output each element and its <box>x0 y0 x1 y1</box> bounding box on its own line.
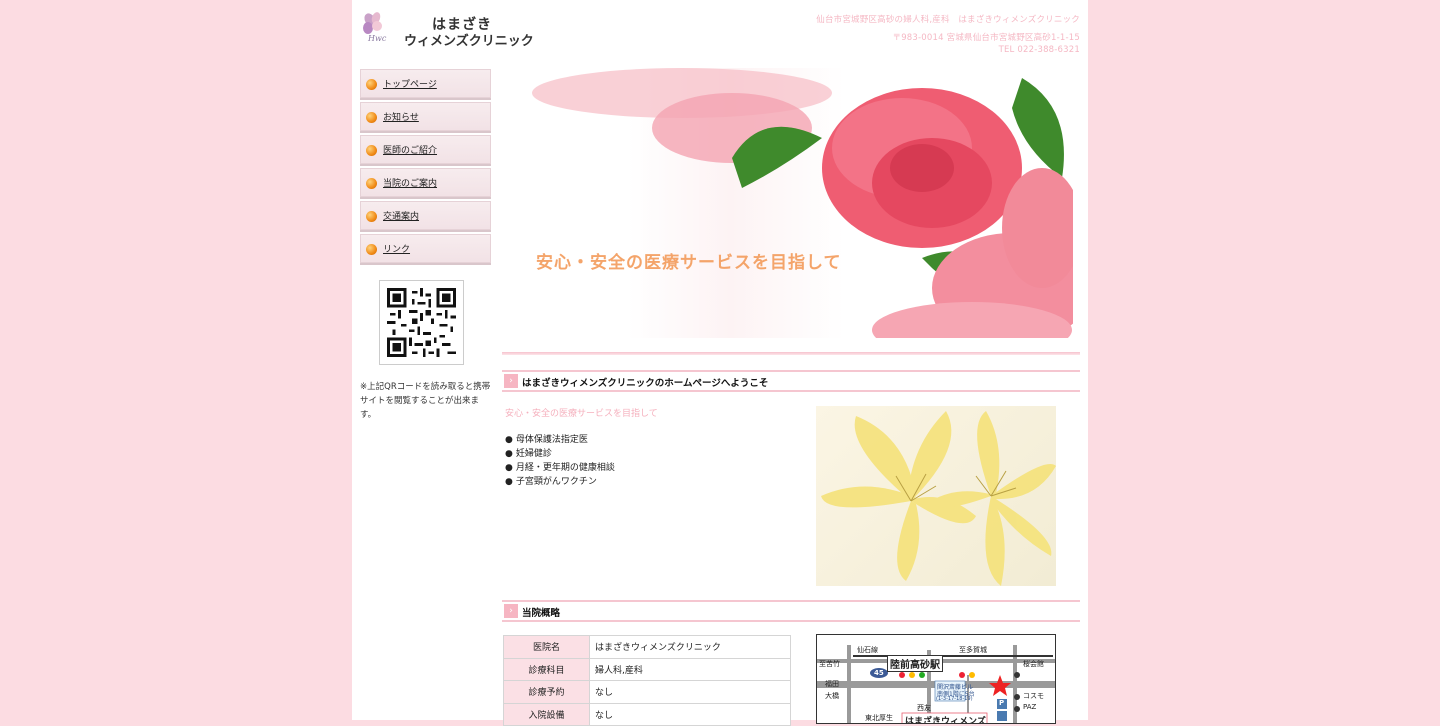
table-key: 入院設備 <box>503 702 590 726</box>
orange-dot-icon <box>366 145 377 156</box>
table-value: 婦人科,産科 <box>589 657 791 681</box>
nav-item-news[interactable]: お知らせ <box>360 102 491 131</box>
map-label: 大橋 <box>825 692 839 700</box>
rose-image <box>532 68 1073 338</box>
map-label: 東北厚生 <box>865 714 893 722</box>
bullet-icon: ● <box>505 435 513 445</box>
orange-dot-icon <box>366 112 377 123</box>
map-station: 陸前高砂駅 <box>887 655 943 672</box>
nav-item-clinic-info[interactable]: 当院のご案内 <box>360 168 491 197</box>
welcome-lead: 安心・安全の医療サービスを目指して <box>505 409 658 419</box>
access-map[interactable]: 仙石線 陸前高砂駅 至多賀城 至苦竹 桜会館 45 福田 大橋 関沢斎藤ビル 南… <box>816 634 1056 724</box>
nav-link-doctor[interactable]: 医師のご紹介 <box>383 143 437 156</box>
table-row: 医院名 はまざきウィメンズクリニック <box>503 635 791 659</box>
bullet-icon: ● <box>505 477 513 487</box>
overview-table: 医院名 はまざきウィメンズクリニック 診療科目 婦人科,産科 診療予約 なし 入… <box>503 635 791 726</box>
orange-dot-icon <box>366 178 377 189</box>
orange-dot-icon <box>366 211 377 222</box>
list-item: ● 母体保護法指定医 <box>505 435 588 445</box>
table-row: 診療予約 なし <box>503 680 791 704</box>
bullet-icon: ● <box>505 463 513 473</box>
header-address: 〒983-0014 宮城県仙台市宮城野区高砂1-1-15 <box>892 33 1080 43</box>
nav-item-access[interactable]: 交通案内 <box>360 201 491 230</box>
table-row: 診療科目 婦人科,産科 <box>503 657 791 681</box>
lily-image <box>816 406 1056 586</box>
divider <box>502 352 1080 355</box>
hero-banner: 安心・安全の医療サービスを目指して <box>502 68 1073 338</box>
list-item: ● 妊婦健診 <box>505 449 552 459</box>
welcome-section-header: › はまざきウィメンズクリニックのホームページへようこそ <box>502 370 1080 392</box>
map-label: 仙石線 <box>857 646 878 654</box>
nav-link-clinic-info[interactable]: 当院のご案内 <box>383 176 437 189</box>
logo-line2: ウィメンズクリニック <box>404 34 534 49</box>
nav-item-links[interactable]: リンク <box>360 234 491 263</box>
nav-link-news[interactable]: お知らせ <box>383 110 419 123</box>
page: はまざき ウィメンズクリニック Hwc 仙台市宮城野区高砂の婦人科,産科 はまざ… <box>352 0 1088 726</box>
table-value: なし <box>589 702 791 726</box>
map-label: 桜会館 <box>1023 660 1044 668</box>
nav-link-links[interactable]: リンク <box>383 242 410 255</box>
welcome-title: はまざきウィメンズクリニックのホームページへようこそ <box>522 378 769 389</box>
overview-section-header: › 当院概略 <box>502 600 1080 622</box>
services-list: ● 母体保護法指定医 ● 妊婦健診 ● 月経・更年期の健康相談 ● 子宮頸がんワクチン <box>505 433 615 489</box>
logo-script: Hwc <box>368 34 387 43</box>
qr-code-icon <box>379 280 464 365</box>
star-marker-icon <box>989 675 1011 696</box>
nav-item-top[interactable]: トップページ <box>360 69 491 98</box>
hero-caption: 安心・安全の医療サービスを目指して <box>536 253 842 273</box>
bullet-icon: ● <box>505 449 513 459</box>
map-clinic-label: はまざきウィメンズ <box>905 717 986 724</box>
list-item: ● 月経・更年期の健康相談 <box>505 463 615 473</box>
table-key: 診療予約 <box>503 680 590 704</box>
map-label: 福田 <box>825 680 839 688</box>
nav-link-access[interactable]: 交通案内 <box>383 209 419 222</box>
table-key: 診療科目 <box>503 657 590 681</box>
qr-note: ※上記QRコードを読み取ると携帯サイトを閲覧することが出来ます。 <box>360 382 491 420</box>
map-route: 45 <box>874 669 884 677</box>
nav-item-doctor[interactable]: 医師のご紹介 <box>360 135 491 164</box>
header-tagline: 仙台市宮城野区高砂の婦人科,産科 はまざきウィメンズクリニック <box>816 15 1080 25</box>
nav-link-top[interactable]: トップページ <box>383 77 437 90</box>
map-label: (1-3-17-18-19) <box>936 696 973 702</box>
map-label: 至苦竹 <box>819 660 840 668</box>
header-tel: TEL 022-388-6321 <box>998 45 1080 55</box>
map-label: 西友 <box>917 704 931 712</box>
map-label: PAZ <box>1023 703 1037 711</box>
section-arrow-icon: › <box>504 374 518 388</box>
map-label: コスモ <box>1023 692 1044 700</box>
overview-title: 当院概略 <box>522 608 561 619</box>
section-arrow-icon: › <box>504 604 518 618</box>
orange-dot-icon <box>366 79 377 90</box>
map-label: P <box>999 699 1005 707</box>
list-item: ● 子宮頸がんワクチン <box>505 477 597 487</box>
table-row: 入院設備 なし <box>503 702 791 726</box>
table-value: はまざきウィメンズクリニック <box>589 635 791 659</box>
orange-dot-icon <box>366 244 377 255</box>
map-label: 至多賀城 <box>959 646 987 654</box>
clinic-logo[interactable]: はまざき ウィメンズクリニック Hwc <box>360 10 534 50</box>
table-key: 医院名 <box>503 635 590 659</box>
sidebar-nav: トップページ お知らせ 医師のご紹介 当院のご案内 交通案内 リンク <box>360 69 491 267</box>
table-value: なし <box>589 680 791 704</box>
flower-logo-icon <box>363 12 382 34</box>
